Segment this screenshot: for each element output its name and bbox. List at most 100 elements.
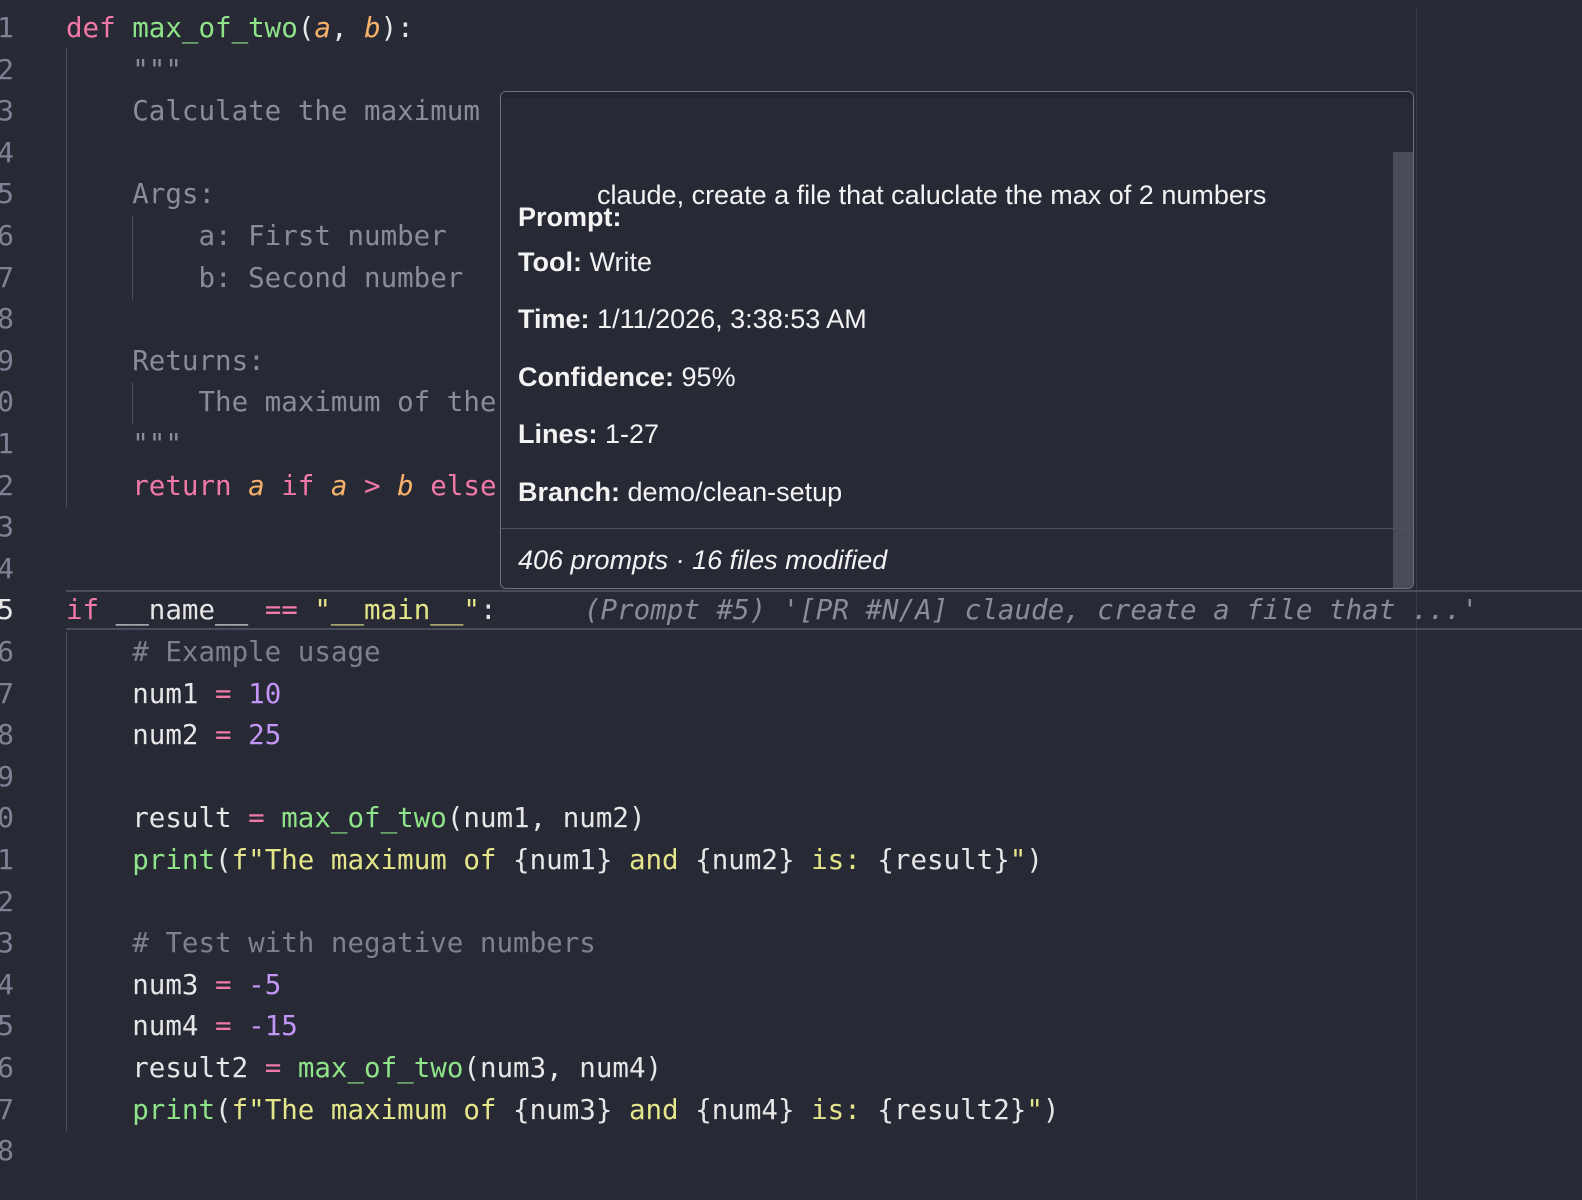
code-text: def max_of_two(a, b): <box>66 7 414 49</box>
code-line[interactable]: 2 <box>0 881 1582 923</box>
code-token: def <box>66 12 133 44</box>
code-line[interactable]: 1 print(f"The maximum of {num1} and {num… <box>0 839 1582 881</box>
code-token: = <box>215 719 232 751</box>
code-token: ) <box>1026 844 1043 876</box>
code-text: num3 = -5 <box>66 964 281 1006</box>
code-token: f"The maximum of <box>231 1094 514 1126</box>
code-line[interactable]: 6 # Example usage <box>0 631 1582 673</box>
code-token: {num2} <box>695 844 795 876</box>
code-token: and <box>612 844 696 876</box>
lines-label: Lines: <box>518 419 598 449</box>
code-token: ( <box>215 844 232 876</box>
code-token: num3 <box>66 969 216 1001</box>
popover-divider <box>501 528 1411 529</box>
tool-row: Tool: Write <box>518 246 652 278</box>
code-token: num4 <box>66 1010 216 1042</box>
code-token: result <box>66 802 249 834</box>
line-number: 4 <box>0 136 14 169</box>
code-line[interactable]: 4 num3 = -5 <box>0 964 1582 1006</box>
code-line[interactable]: 8 num2 = 25 <box>0 714 1582 756</box>
line-number: 8 <box>0 718 14 751</box>
code-token: num2 <box>66 719 216 751</box>
code-text: """ <box>66 423 182 465</box>
line-number: 9 <box>0 760 14 793</box>
line-number: 9 <box>0 344 14 377</box>
code-token: {result2} <box>877 1094 1027 1126</box>
code-token: is: <box>794 1094 878 1126</box>
code-line[interactable]: 1 def max_of_two(a, b): <box>0 7 1582 49</box>
code-line[interactable]: 7 num1 = 10 <box>0 673 1582 715</box>
confidence-row: Confidence: 95% <box>518 361 736 393</box>
code-token: """ <box>66 428 182 460</box>
line-number: 5 <box>0 593 14 626</box>
code-token: 25 <box>248 719 282 751</box>
indent-guide <box>66 48 67 508</box>
code-token: max_of_two <box>297 1052 464 1084</box>
code-token: -5 <box>248 969 282 1001</box>
code-token: > <box>347 470 398 502</box>
code-token: The maximum of the <box>66 386 497 418</box>
line-number: 3 <box>0 510 14 543</box>
code-text: The maximum of the <box>66 381 496 423</box>
branch-row: Branch: demo/clean-setup <box>518 476 842 508</box>
code-token: Args: <box>66 178 216 210</box>
code-text: Args: <box>66 173 215 215</box>
line-number: 2 <box>0 53 14 86</box>
line-number: 7 <box>0 261 14 294</box>
line-number: 8 <box>0 1134 14 1167</box>
code-text: """ <box>66 49 182 91</box>
line-number: 1 <box>0 11 14 44</box>
code-text: # Test with negative numbers <box>66 922 596 964</box>
code-line[interactable]: 6 result2 = max_of_two(num3, num4) <box>0 1047 1582 1089</box>
code-editor[interactable]: 1 def max_of_two(a, b): 2 """ 3 Calculate t… <box>0 0 1582 1200</box>
popover-scrollbar[interactable] <box>1393 152 1413 588</box>
indent-guide <box>132 216 133 300</box>
code-token: else <box>413 470 497 502</box>
line-number: 1 <box>0 427 14 460</box>
code-line[interactable]: 8 <box>0 1130 1582 1172</box>
line-number: 6 <box>0 219 14 252</box>
code-token: -15 <box>248 1010 298 1042</box>
code-token: : <box>479 594 497 626</box>
code-token: if <box>66 594 116 626</box>
code-token: max_of_two <box>132 12 298 44</box>
code-line[interactable]: 2 """ <box>0 49 1582 91</box>
code-token: ( <box>215 1094 232 1126</box>
indent-guide <box>66 632 67 1132</box>
code-line[interactable]: 5 num4 = -15 <box>0 1005 1582 1047</box>
code-line[interactable]: 7 print(f"The maximum of {num3} and {num… <box>0 1089 1582 1131</box>
line-number: 5 <box>0 177 14 210</box>
line-number: 6 <box>0 635 14 668</box>
confidence-value: 95% <box>681 362 736 392</box>
code-token: return <box>66 470 249 502</box>
time-label: Time: <box>518 304 590 334</box>
popover-top-bar <box>501 92 1413 98</box>
popover-footer: 406 prompts · 16 files modified <box>518 545 888 575</box>
code-line[interactable]: 3 # Test with negative numbers <box>0 922 1582 964</box>
code-token: result2 <box>66 1052 265 1084</box>
code-token: a <box>314 12 331 44</box>
tool-label: Tool: <box>518 247 582 277</box>
code-line[interactable]: 9 <box>0 756 1582 798</box>
code-token: , <box>330 12 365 44</box>
time-value: 1/11/2026, 3:38:53 AM <box>597 304 867 334</box>
code-token: {num1} <box>513 844 613 876</box>
code-line[interactable]: 0 result = max_of_two(num1, num2) <box>0 797 1582 839</box>
code-token: = <box>248 802 265 834</box>
line-number: 3 <box>0 94 14 127</box>
code-token: b <box>364 12 381 44</box>
inline-prompt-annotation[interactable]: (Prompt #5) '[PR #N/A] claude, create a … <box>584 589 1478 631</box>
code-token: a <box>248 470 265 502</box>
code-token: == <box>264 594 298 626</box>
code-line[interactable]: 5 if __name__ == "__main__": (Prompt #5) '… <box>0 589 1582 631</box>
code-token: is: <box>794 844 878 876</box>
code-token: = <box>215 1010 232 1042</box>
code-token: if <box>264 470 331 502</box>
code-token: # Example usage <box>66 636 381 668</box>
code-text: return a if a > b else <box>66 465 497 507</box>
code-token: "__main__" <box>314 594 480 626</box>
code-text: Calculate the maximum <box>66 90 480 132</box>
